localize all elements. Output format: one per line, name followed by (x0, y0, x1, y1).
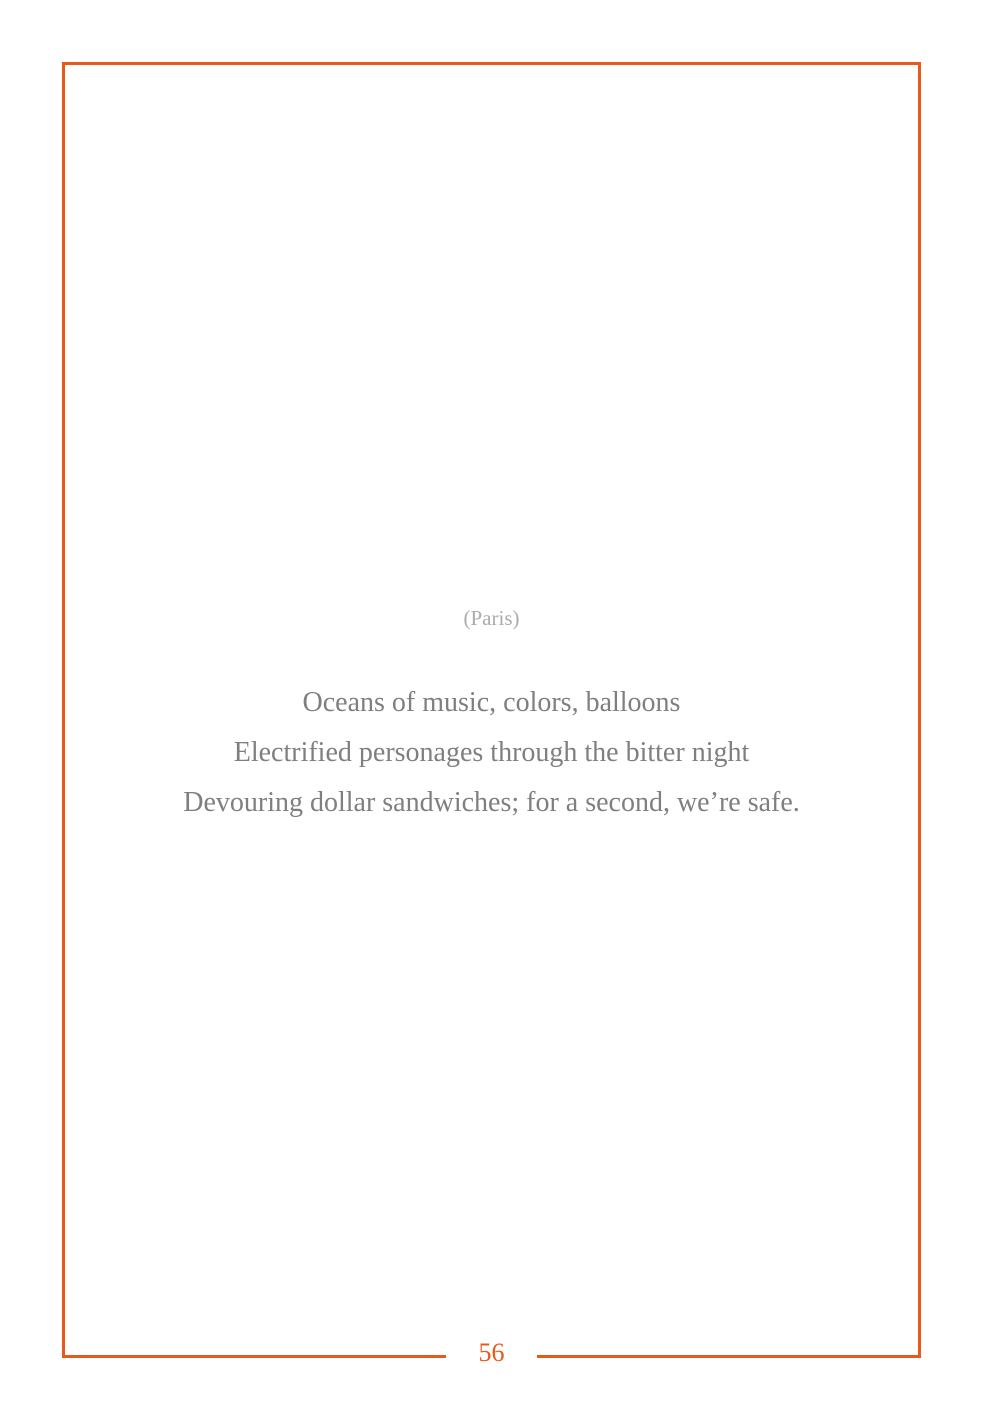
page-frame-bottom-left (62, 1355, 446, 1358)
poem-location: (Paris) (463, 606, 520, 630)
book-page: (Paris) Oceans of music, colors, balloon… (0, 0, 985, 1418)
poem-body: Oceans of music, colors, balloons Electr… (62, 678, 921, 828)
page-number: 56 (478, 1338, 505, 1367)
poem-line: Electrified personages through the bitte… (233, 737, 750, 768)
poem-line: Oceans of music, colors, balloons (302, 687, 681, 718)
page-frame-top (62, 62, 921, 65)
page-frame-bottom-right (537, 1355, 921, 1358)
poem-line: Devouring dollar sandwiches; for a secon… (183, 787, 800, 818)
